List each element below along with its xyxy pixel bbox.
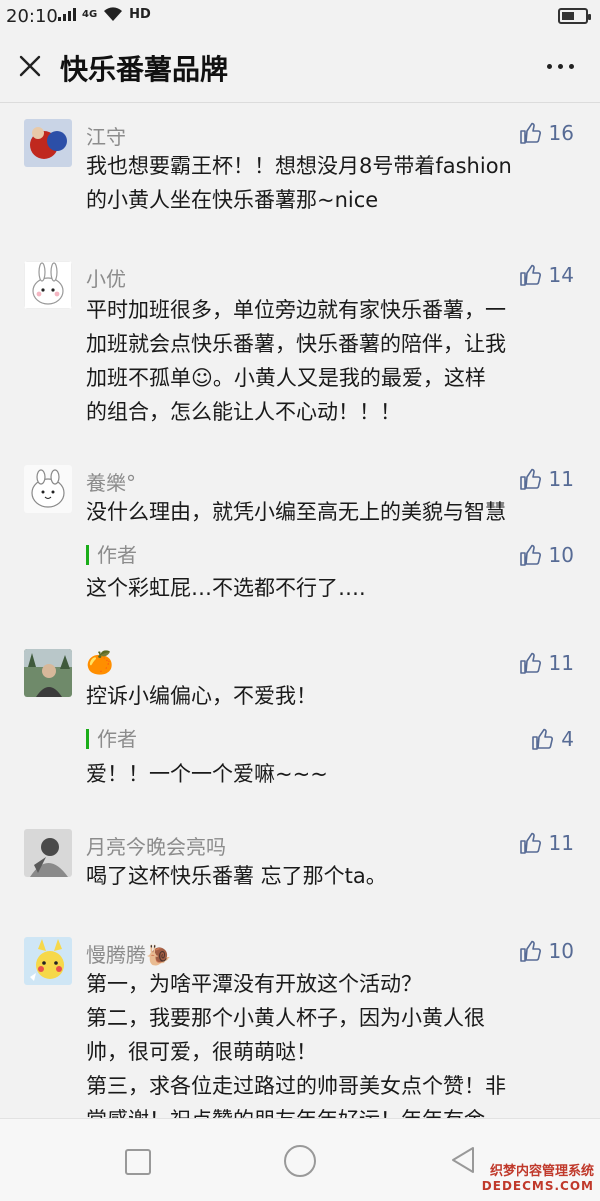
status-time: 20:10 [6, 6, 58, 27]
comment-text: 平时加班很多，单位旁边就有家快乐番薯，一 加班就会点快乐番薯，快乐番薯的陪伴，让… [86, 293, 576, 429]
nickname: 小优 [86, 267, 126, 291]
watermark-line: DEDECMS.COM [481, 1179, 594, 1193]
comment-line: 平时加班很多，单位旁边就有家快乐番薯，一 [86, 298, 506, 322]
network-type: 4G [82, 8, 98, 20]
comment-text: 没什么理由，就凭小编至高无上的美貌与智慧 [86, 495, 576, 529]
hd-badge: HD [129, 6, 151, 22]
comment-line: 第一，为啥平潭没有开放这个活动？ [86, 972, 422, 996]
avatar[interactable] [24, 829, 72, 877]
nickname: 🍊 [86, 651, 114, 676]
thumbs-up-icon [519, 544, 541, 566]
thumbs-up-icon [519, 940, 541, 962]
battery-icon [558, 8, 591, 24]
watermark: 织梦内容管理系统 DEDECMS.COM [482, 1160, 594, 1193]
watermark-line: 织梦内容管理系统 [489, 1164, 594, 1179]
close-icon[interactable] [18, 54, 42, 78]
like-button[interactable]: 16 [519, 121, 574, 145]
like-count: 10 [548, 543, 574, 567]
like-count: 14 [548, 263, 574, 287]
comment-line: 加班就会点快乐番薯，快乐番薯的陪伴，让我 [86, 332, 506, 356]
like-count: 10 [548, 939, 574, 963]
back-triangle-icon[interactable] [450, 1145, 476, 1175]
like-button[interactable]: 11 [519, 831, 574, 855]
author-reply-text: 爱！！一个一个爱嘛~~~ [86, 762, 328, 786]
thumbs-up-icon [519, 652, 541, 674]
wifi-icon [104, 7, 123, 21]
thumbs-up-icon [519, 264, 541, 286]
app-header: 快乐番薯品牌 [0, 34, 600, 103]
avatar[interactable] [24, 649, 72, 697]
comment-line: 加班不孤单☺。小黄人又是我的最爱，这样 [86, 366, 486, 390]
status-bar: 20:10 4G HD [0, 0, 600, 34]
home-button[interactable] [284, 1145, 316, 1177]
nickname: 慢腾腾🐌 [86, 943, 171, 967]
more-options-icon[interactable] [547, 64, 574, 69]
comment-line: 没什么理由，就凭小编至高无上的美貌与智慧 [86, 500, 506, 524]
like-button[interactable]: 11 [519, 651, 574, 675]
author-reply-label: 作者 [86, 545, 137, 565]
comment-line: 我也想要霸王杯！！想想没月8号带着fashion [86, 154, 512, 178]
comment-text: 第一，为啥平潭没有开放这个活动？ 第二，我要那个小黄人杯子，因为小黄人很 帅，很… [86, 967, 576, 1118]
battery-level [562, 12, 574, 20]
system-nav-bar: 织梦内容管理系统 DEDECMS.COM [0, 1118, 600, 1201]
page-title: 快乐番薯品牌 [60, 53, 229, 86]
like-button[interactable]: 14 [519, 263, 574, 287]
thumbs-up-icon [519, 122, 541, 144]
author-reply-label: 作者 [86, 729, 137, 749]
thumbs-up-icon [532, 728, 554, 750]
like-count: 11 [548, 467, 574, 491]
signal-icon [58, 7, 76, 21]
comment-line: 帅，很可爱，很萌萌哒！ [86, 1040, 317, 1064]
like-count: 11 [548, 651, 574, 675]
avatar[interactable] [24, 937, 72, 985]
like-button[interactable]: 10 [519, 939, 574, 963]
reply-like-button[interactable]: 10 [519, 543, 574, 567]
thumbs-up-icon [519, 832, 541, 854]
comment-line: 常感谢！祝点赞的朋友年年好运！年年有余 [86, 1103, 576, 1118]
reply-like-button[interactable]: 4 [531, 727, 574, 751]
comment-line: 的小黄人坐在快乐番薯那~nice [86, 188, 379, 212]
comment-line: 第二，我要那个小黄人杯子，因为小黄人很 [86, 1006, 485, 1030]
status-icons: 4G HD [58, 6, 151, 22]
comment-text: 我也想要霸王杯！！想想没月8号带着fashion 的小黄人坐在快乐番薯那~nic… [86, 149, 576, 217]
like-count: 11 [548, 831, 574, 855]
like-count: 4 [561, 727, 574, 751]
recent-apps-button[interactable] [125, 1149, 151, 1175]
comment-line: 喝了这杯快乐番薯 忘了那个ta。 [86, 864, 387, 888]
comment-text: 喝了这杯快乐番薯 忘了那个ta。 [86, 859, 576, 893]
avatar[interactable] [24, 261, 72, 309]
comment-text: 控诉小编偏心，不爱我！ [86, 679, 576, 713]
author-reply-text: 这个彩虹屁…不选都不行了…. [86, 576, 366, 600]
nickname: 江守 [86, 125, 126, 149]
nickname: 養樂° [86, 471, 136, 495]
comment-line: 控诉小编偏心，不爱我！ [86, 684, 317, 708]
avatar[interactable] [24, 465, 72, 513]
nickname: 月亮今晚会亮吗 [86, 835, 226, 859]
comment-list[interactable]: 江守 16 我也想要霸王杯！！想想没月8号带着fashion 的小黄人坐在快乐番… [0, 103, 600, 1118]
avatar[interactable] [24, 119, 72, 167]
comment-line: 的组合，怎么能让人不心动！！！ [86, 400, 401, 424]
like-button[interactable]: 11 [519, 467, 574, 491]
thumbs-up-icon [519, 468, 541, 490]
comment-line: 第三，求各位走过路过的帅哥美女点个赞！非 [86, 1074, 506, 1098]
like-count: 16 [548, 121, 574, 145]
